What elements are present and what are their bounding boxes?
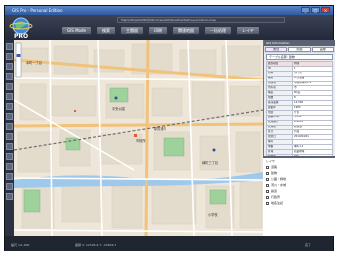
tool-strip — [5, 40, 14, 236]
status-scale: 縮尺 1/1,000 — [11, 243, 30, 247]
history-tool-icon[interactable] — [6, 193, 13, 200]
layer-label: 公園・緑地 — [271, 177, 287, 181]
measure-tool-icon[interactable] — [6, 83, 13, 90]
layer-checkbox[interactable] — [266, 195, 269, 199]
city-map: 本町一丁目 中央公園 市役所 駅前通り 緑町三丁目 小学校 — [14, 40, 263, 236]
layer-checkbox[interactable] — [266, 165, 269, 169]
pan-tool-icon[interactable] — [6, 43, 13, 50]
maximize-button[interactable]: □ — [311, 7, 320, 13]
minimize-button[interactable]: _ — [301, 7, 310, 13]
erase-tool-icon[interactable] — [6, 113, 13, 120]
layer-label: 行政界 — [271, 195, 281, 199]
help-tool-icon[interactable] — [6, 163, 13, 170]
info-tool-icon[interactable] — [6, 93, 13, 100]
layer-checkbox[interactable] — [266, 171, 269, 175]
menu-thematic-map[interactable]: 主題図 — [120, 26, 144, 35]
layer-list: 道路建物公園・緑地河川・水域鉄道行政界地名注記 — [263, 164, 335, 206]
map-label: 本町一丁目 — [26, 60, 42, 65]
layer-label: 建物 — [271, 171, 278, 175]
layer-label: 鉄道 — [271, 189, 278, 193]
map-canvas[interactable]: 本町一丁目 中央公園 市役所 駅前通り 緑町三丁目 小学校 — [14, 40, 263, 236]
window-title: GIS Pro - Personal Edition — [12, 8, 63, 13]
layer-panel: レイヤ 道路 建物 公園・緑地 河川・水域 鉄道 行政界 地名注記 — [263, 156, 335, 236]
zoom-out-tool-icon[interactable] — [6, 63, 13, 70]
layer-checkbox[interactable] — [266, 189, 269, 193]
layer-checkbox[interactable] — [266, 183, 269, 187]
menu-related-map[interactable]: 関連地図 — [172, 26, 200, 35]
tab-related[interactable]: 関連 — [288, 47, 311, 52]
status-coordinates: 座標 X: 12345.6 Y: -23456.7 — [75, 243, 117, 247]
map-label: 駅前通り — [154, 126, 167, 131]
print-tool-icon[interactable] — [6, 123, 13, 130]
select-tool-icon[interactable] — [6, 73, 13, 80]
layer-label: 地名注記 — [271, 201, 284, 205]
app-header: PRO Map\GIS\data\PROJ\Windows\GIS\Deskto… — [5, 15, 333, 40]
close-button[interactable]: × — [321, 7, 330, 13]
menu-batch[interactable]: 一括処理 — [204, 26, 232, 35]
logo-text: PRO — [14, 33, 28, 40]
layer-checkbox[interactable] — [266, 201, 269, 205]
map-label: 緑町三丁目 — [202, 160, 218, 165]
status-bar: 縮尺 1/1,000 座標 X: 12345.6 Y: -23456.7 完了 — [5, 236, 333, 251]
title-bar: GIS Pro - Personal Edition _ □ × — [5, 6, 333, 15]
menu-gis-mode[interactable]: GIS Mode — [61, 26, 92, 35]
map-label: 小学校 — [208, 212, 218, 217]
home-tool-icon[interactable] — [6, 143, 13, 150]
zoom-slider[interactable] — [15, 42, 22, 78]
tab-images[interactable]: 画像 — [311, 47, 334, 52]
layer-tool-icon[interactable] — [6, 133, 13, 140]
tab-attributes[interactable]: 属性 — [265, 47, 288, 52]
layer-label: 道路 — [271, 165, 278, 169]
status-state: 完了 — [305, 243, 312, 247]
map-label: 市役所 — [136, 138, 146, 143]
map-label: 中央公園 — [112, 106, 125, 111]
layer-label: 河川・水域 — [271, 183, 287, 187]
layer-item[interactable]: 地名注記 — [263, 200, 335, 206]
menu-search[interactable]: 検索 — [96, 26, 116, 35]
layer-checkbox[interactable] — [266, 177, 269, 181]
panel-tabs: 属性 関連 画像 — [264, 46, 335, 53]
menu-print[interactable]: 印刷 — [148, 26, 168, 35]
export-tool-icon[interactable] — [6, 173, 13, 180]
bookmark-tool-icon[interactable] — [6, 183, 13, 190]
main-menu: GIS Mode 検索 主題図 印刷 関連地図 一括処理 レイヤ — [61, 26, 260, 35]
gis-pro-logo: PRO — [9, 17, 33, 40]
settings-tool-icon[interactable] — [6, 153, 13, 160]
menu-layer[interactable]: レイヤ — [236, 26, 260, 35]
window-controls: _ □ × — [301, 7, 330, 13]
address-bar[interactable]: Map\GIS\data\PROJ\Windows\GIS\Desktop\Ne… — [117, 17, 285, 23]
table-select[interactable]: テーブル名称: 建物 — [266, 54, 333, 60]
app-window: GIS Pro - Personal Edition _ □ × PRO Map… — [4, 5, 335, 251]
draw-tool-icon[interactable] — [6, 103, 13, 110]
zoom-in-tool-icon[interactable] — [6, 53, 13, 60]
